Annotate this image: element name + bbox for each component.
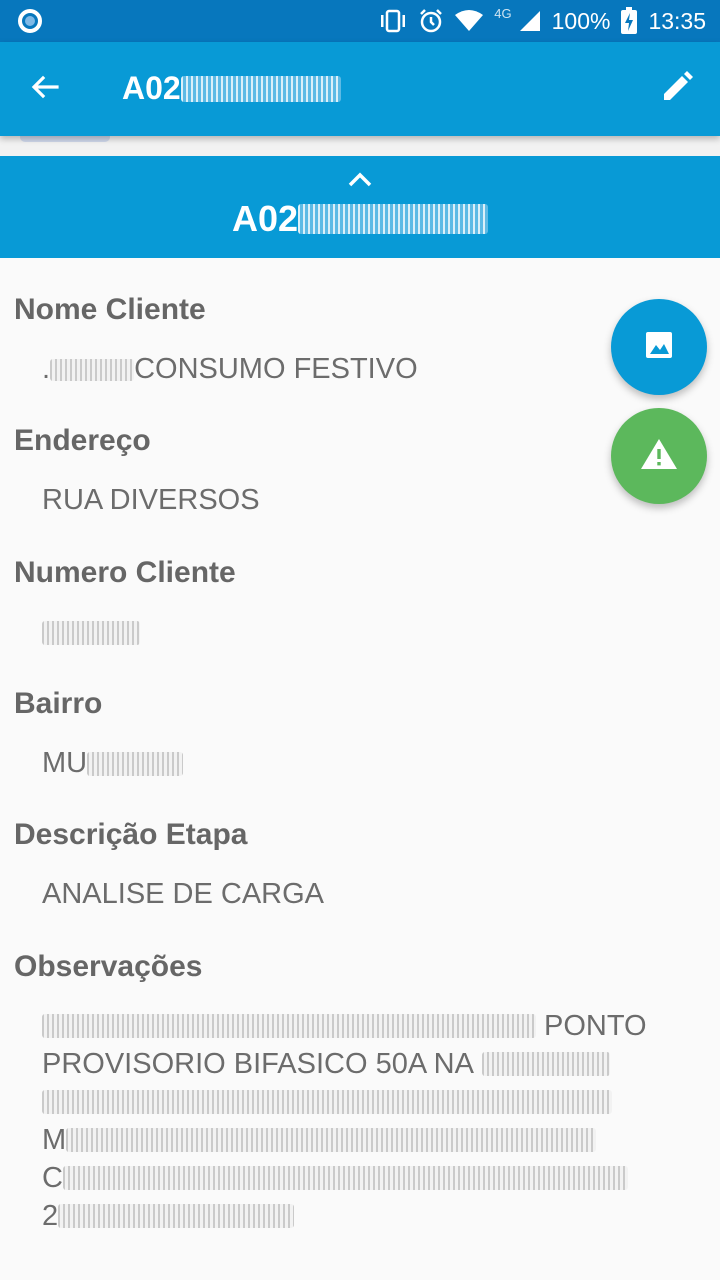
value-prefix: C [42,1162,63,1194]
field-descricao-etapa: Descrição Etapa ANALISE DE CARGA [14,815,324,913]
field-label: Nome Cliente [14,293,206,326]
warning-icon [640,437,678,476]
field-label: Endereço [14,424,151,457]
value-prefix: M [42,1124,67,1156]
wifi-icon [454,9,484,33]
value-text: PONTO [544,1010,647,1042]
back-arrow-icon [29,71,61,108]
obs-line: PONTO [42,1007,682,1045]
status-bar: 4G 100% 13:35 [0,0,720,42]
field-value: MU [42,744,184,782]
field-value [42,613,236,651]
field-value: PONTO PROVISORIO BIFASICO 50A NA M C 2 [42,1007,682,1235]
app-bar-title-text: A02 [122,70,181,106]
field-endereco: Endereço RUA DIVERSOS [14,421,260,519]
clock: 13:35 [648,7,706,34]
field-numero-cliente: Numero Cliente [14,553,236,651]
value-prefix: . [42,353,51,385]
redacted-text [42,621,140,646]
redacted-text [50,359,135,382]
obs-line: PROVISORIO BIFASICO 50A NA [42,1045,682,1083]
alarm-icon [418,8,444,34]
value-prefix: 2 [42,1200,59,1232]
status-icons: 4G 100% 13:35 [378,0,706,42]
field-label: Observações [14,950,203,983]
field-label: Numero Cliente [14,556,236,589]
circle-notification-icon [18,9,42,33]
obs-line: 2 [42,1197,682,1235]
app-bar-title: A02 [122,70,341,107]
redacted-text [481,1052,610,1076]
field-observacoes: Observações PONTO PROVISORIO BIFASICO 50… [14,947,682,1235]
section-header[interactable]: A02 [0,156,720,258]
field-label: Descrição Etapa [14,818,248,851]
field-nome-cliente: Nome Cliente . CONSUMO FESTIVO [14,290,418,388]
field-bairro: Bairro MU [14,684,184,782]
field-value: . CONSUMO FESTIVO [42,350,418,388]
field-value: RUA DIVERSOS [42,484,260,516]
obs-line: C [42,1159,682,1197]
image-icon [643,329,675,366]
scrolled-content-peek [0,136,720,156]
field-value: ANALISE DE CARGA [42,878,325,910]
edit-button[interactable] [652,64,702,114]
section-code: A02 [0,198,720,240]
redacted-title [180,75,341,102]
redacted-text [58,1204,295,1228]
redacted-text [62,1166,628,1190]
obs-line [42,1083,682,1121]
pencil-icon [660,70,694,109]
redacted-text [42,1014,536,1038]
redacted-text [42,1090,612,1114]
redacted-code [298,204,489,234]
signal-icon [518,9,542,33]
redacted-text [66,1128,597,1152]
battery-percent: 100% [551,7,611,34]
battery-charging-icon [620,7,638,35]
value-prefix: MU [42,747,88,779]
obs-line: M [42,1121,682,1159]
app-bar: A02 [0,42,720,136]
value-text: CONSUMO FESTIVO [134,353,418,385]
photo-button[interactable] [611,299,707,395]
network-type-label: 4G [494,5,512,21]
back-button[interactable] [20,64,70,114]
value-text: PROVISORIO BIFASICO 50A NA [42,1048,474,1080]
vibrate-icon [378,9,408,33]
field-label: Bairro [14,687,103,720]
section-code-text: A02 [231,198,299,239]
warning-button[interactable] [611,408,707,504]
redacted-text [87,752,184,777]
chevron-up-icon[interactable] [345,168,375,190]
